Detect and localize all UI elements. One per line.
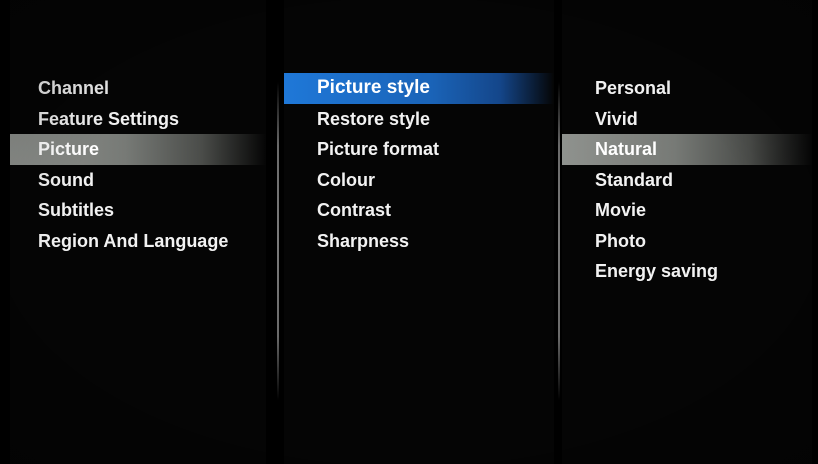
column-divider-right (558, 82, 560, 400)
option-natural[interactable]: Natural (562, 134, 812, 165)
menu-item-picture[interactable]: Picture (10, 134, 266, 165)
category-list: Channel Feature Settings Picture Sound S… (10, 73, 266, 256)
picture-style-options-list: Personal Vivid Natural Standard Movie Ph… (562, 73, 812, 287)
menu-item-sharpness[interactable]: Sharpness (284, 226, 554, 257)
menu-item-sound[interactable]: Sound (10, 165, 266, 196)
category-panel: Channel Feature Settings Picture Sound S… (10, 0, 266, 464)
menu-item-contrast[interactable]: Contrast (284, 195, 554, 226)
tv-settings-screen: Channel Feature Settings Picture Sound S… (0, 0, 818, 464)
menu-item-region-and-language[interactable]: Region And Language (10, 226, 266, 257)
menu-item-restore-style[interactable]: Restore style (284, 104, 554, 135)
picture-settings-panel: Picture style Restore style Picture form… (284, 0, 554, 464)
option-standard[interactable]: Standard (562, 165, 812, 196)
option-movie[interactable]: Movie (562, 195, 812, 226)
menu-item-subtitles[interactable]: Subtitles (10, 195, 266, 226)
menu-item-feature-settings[interactable]: Feature Settings (10, 104, 266, 135)
option-energy-saving[interactable]: Energy saving (562, 256, 812, 287)
menu-item-channel[interactable]: Channel (10, 73, 266, 104)
picture-settings-list: Picture style Restore style Picture form… (284, 73, 554, 256)
menu-item-colour[interactable]: Colour (284, 165, 554, 196)
option-photo[interactable]: Photo (562, 226, 812, 257)
option-personal[interactable]: Personal (562, 73, 812, 104)
menu-item-picture-style[interactable]: Picture style (284, 73, 554, 104)
option-vivid[interactable]: Vivid (562, 104, 812, 135)
picture-style-options-panel: Personal Vivid Natural Standard Movie Ph… (562, 0, 812, 464)
menu-item-picture-format[interactable]: Picture format (284, 134, 554, 165)
column-divider-left (277, 82, 279, 400)
